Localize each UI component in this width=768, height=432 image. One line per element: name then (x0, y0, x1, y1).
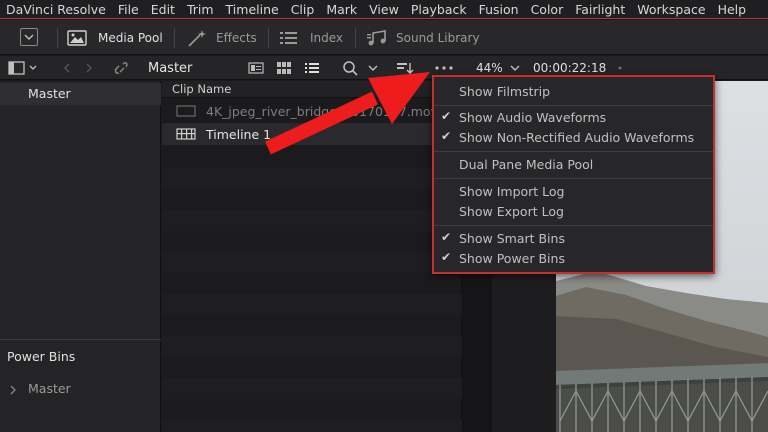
checkmark-icon: ✔ (441, 250, 452, 264)
menu-timeline[interactable]: Timeline (226, 2, 279, 17)
sound-library-button[interactable]: Sound Library (366, 20, 480, 55)
back-button[interactable] (62, 56, 72, 80)
column-header-clip-name[interactable]: Clip Name (162, 81, 462, 98)
table-row[interactable]: Timeline 1 (162, 123, 462, 145)
chevron-down-icon (24, 34, 34, 40)
chevron-right-icon (10, 385, 16, 395)
timeline-icon (176, 128, 196, 140)
menu-edit[interactable]: Edit (151, 2, 175, 17)
power-bin-master[interactable]: Master (28, 381, 71, 396)
forward-button[interactable] (84, 56, 94, 80)
resolve-window: DaVinci Resolve File Edit Trim Timeline … (0, 0, 768, 432)
link-button[interactable] (112, 56, 130, 80)
sort-icon (397, 63, 414, 74)
menu-item-label: Show Non-Rectified Audio Waveforms (459, 130, 695, 145)
menu-help[interactable]: Help (718, 2, 747, 17)
chevron-down-icon (510, 65, 520, 71)
unlink-icon (114, 62, 128, 74)
menu-item-label: Show Power Bins (459, 251, 565, 266)
power-bins-heading: Power Bins (7, 349, 76, 364)
search-icon (343, 61, 358, 76)
thumbnail-view-button[interactable] (276, 56, 292, 80)
index-label: Index (310, 30, 344, 45)
top-toolbar: Media Pool Effects Index Sound Library (0, 20, 768, 55)
metadata-view-icon (248, 62, 264, 74)
menu-view[interactable]: View (369, 2, 399, 17)
power-bins-expand[interactable] (8, 381, 18, 400)
menu-item-show-smart-bins[interactable]: ✔ Show Smart Bins (434, 229, 713, 249)
media-pool-button[interactable]: Media Pool (66, 20, 163, 55)
menu-item-show-export-log[interactable]: Show Export Log (434, 202, 713, 222)
menu-color[interactable]: Color (531, 2, 564, 17)
options-dropdown-menu: Show Filmstrip ✔ Show Audio Waveforms ✔ … (432, 75, 715, 274)
effects-button[interactable]: Effects (186, 20, 257, 55)
chevron-left-icon (64, 63, 70, 73)
effects-label: Effects (216, 30, 257, 45)
dot-icon (618, 66, 622, 70)
menu-item-show-audio-waveforms[interactable]: ✔ Show Audio Waveforms (434, 108, 713, 128)
list-view-icon (305, 63, 319, 73)
list-icon (280, 31, 297, 44)
toggle-bins-button[interactable] (8, 56, 38, 80)
collapse-panel-button[interactable] (20, 28, 38, 46)
bin-master[interactable]: Master (0, 83, 161, 105)
film-clip-icon (176, 105, 196, 117)
menu-workspace[interactable]: Workspace (637, 2, 705, 17)
menu-app[interactable]: DaVinci Resolve (6, 2, 106, 17)
menu-bar: DaVinci Resolve File Edit Trim Timeline … (0, 0, 768, 19)
menu-item-label: Show Smart Bins (459, 231, 565, 246)
menu-item-label: Show Export Log (459, 204, 564, 219)
menu-item-label: Show Import Log (459, 184, 565, 199)
menu-item-label: Show Filmstrip (459, 84, 551, 99)
search-button[interactable] (342, 56, 360, 80)
menu-item-show-filmstrip[interactable]: Show Filmstrip (434, 82, 713, 102)
menu-item-label: Show Audio Waveforms (459, 110, 607, 125)
chevron-down-icon (368, 65, 378, 71)
clip-name: Timeline 1 (206, 126, 272, 142)
grid-icon (277, 62, 291, 74)
menu-item-show-non-rectified-waveforms[interactable]: ✔ Show Non-Rectified Audio Waveforms (434, 128, 713, 148)
menu-fairlight[interactable]: Fairlight (575, 2, 625, 17)
menu-file[interactable]: File (118, 2, 139, 17)
index-button[interactable]: Index (279, 20, 343, 55)
menu-fusion[interactable]: Fusion (479, 2, 519, 17)
menu-item-show-power-bins[interactable]: ✔ Show Power Bins (434, 249, 713, 269)
checkmark-icon: ✔ (441, 109, 452, 123)
sidebar-toggle-icon (8, 61, 37, 75)
media-pool-label: Media Pool (98, 30, 163, 45)
menu-item-label: Dual Pane Media Pool (459, 157, 594, 172)
bins-panel: Master Power Bins Master (0, 81, 161, 432)
menu-mark[interactable]: Mark (326, 2, 357, 17)
bin-title: Master (148, 60, 193, 76)
chevron-right-icon (86, 63, 92, 73)
more-dots-icon (435, 66, 453, 70)
menu-item-show-import-log[interactable]: Show Import Log (434, 182, 713, 202)
sort-button[interactable] (396, 56, 414, 80)
menu-playback[interactable]: Playback (411, 2, 467, 17)
search-options-button[interactable] (367, 56, 379, 80)
metadata-view-button[interactable] (248, 56, 264, 80)
music-note-icon (367, 29, 386, 45)
table-row[interactable]: 4K_jpeg_river_bridge_20170117.mov (162, 100, 462, 122)
sound-library-label: Sound Library (396, 30, 480, 45)
divider (0, 339, 161, 340)
media-pool-icon (67, 29, 87, 46)
clip-name: 4K_jpeg_river_bridge_20170117.mov (206, 103, 438, 119)
list-view-button[interactable] (304, 56, 320, 80)
menu-trim[interactable]: Trim (187, 2, 214, 17)
checkmark-icon: ✔ (441, 230, 452, 244)
magic-wand-icon (188, 29, 206, 47)
menu-item-dual-pane-media-pool[interactable]: Dual Pane Media Pool (434, 155, 713, 175)
checkmark-icon: ✔ (441, 129, 452, 143)
clip-list: Clip Name 4K_jpeg_river_bridge_20170117.… (162, 81, 462, 432)
menu-clip[interactable]: Clip (291, 2, 315, 17)
